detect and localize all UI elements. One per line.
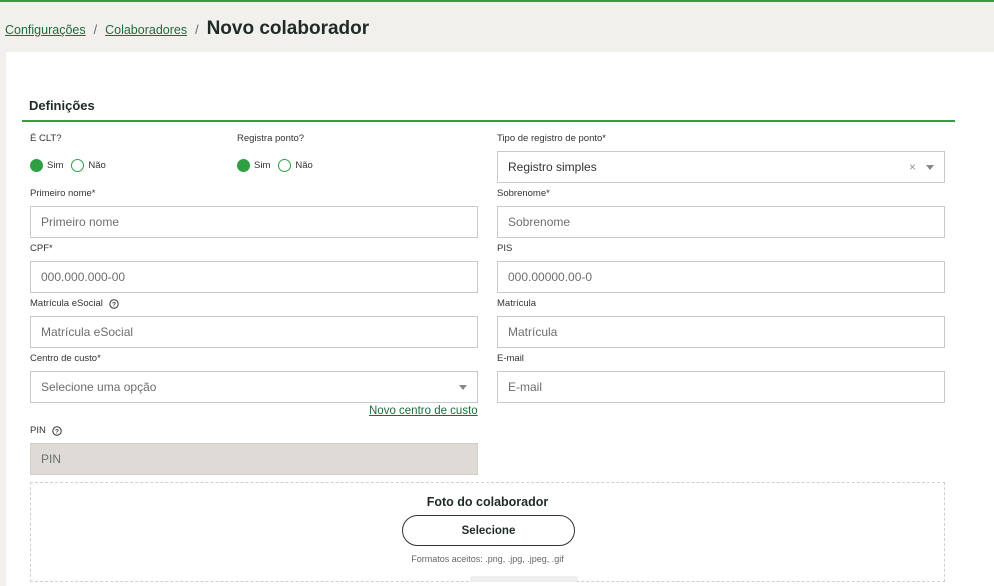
page-title: Novo colaborador: [206, 18, 370, 39]
pin-field: [30, 443, 478, 475]
pin-label-text: PIN: [30, 425, 46, 436]
matricula-esocial-input[interactable]: [41, 325, 467, 339]
clt-radio-group: Sim Não: [30, 159, 110, 172]
email-input[interactable]: [508, 380, 934, 394]
pis-input[interactable]: [508, 270, 934, 284]
clt-option-sim-label: Sim: [47, 160, 64, 171]
sobrenome-field[interactable]: [497, 206, 945, 238]
matricula-label: Matrícula: [497, 298, 536, 309]
registra-ponto-option-sim[interactable]: Sim: [237, 159, 270, 172]
cpf-label: CPF*: [30, 243, 53, 254]
tipo-registro-value: Registro simples: [508, 160, 597, 174]
photo-dropzone[interactable]: Foto do colaborador Selecione Formatos a…: [30, 482, 945, 582]
radio-unchecked-icon[interactable]: [71, 159, 85, 172]
radio-checked-icon[interactable]: [30, 159, 43, 172]
centro-custo-label-text: Centro de custo*: [30, 353, 101, 364]
matricula-esocial-label-text: Matrícula eSocial: [30, 298, 103, 309]
radio-checked-icon[interactable]: [237, 159, 250, 172]
help-circle-icon[interactable]: ?: [109, 298, 119, 309]
radio-unchecked-icon[interactable]: [278, 159, 292, 172]
registra-ponto-label: Registra ponto?: [237, 133, 304, 144]
pin-input: [41, 452, 467, 466]
matricula-input[interactable]: [508, 325, 934, 339]
left-gutter: [0, 52, 6, 586]
primeiro-nome-input[interactable]: [41, 215, 467, 229]
scroll-shadow: [470, 576, 578, 582]
pis-label: PIS: [497, 243, 512, 254]
tipo-registro-select[interactable]: Registro simples ×: [497, 151, 945, 183]
matricula-esocial-field[interactable]: [30, 316, 478, 348]
breadcrumb-separator: /: [93, 23, 98, 37]
email-label-text: E-mail: [497, 353, 524, 364]
breadcrumb-configuracoes-link[interactable]: Configurações: [5, 23, 86, 37]
primeiro-nome-field[interactable]: [30, 206, 478, 238]
centro-custo-placeholder: Selecione uma opção: [41, 380, 157, 394]
cpf-field[interactable]: [30, 261, 478, 293]
email-label: E-mail: [497, 353, 524, 364]
svg-text:?: ?: [55, 428, 59, 435]
select-photo-button[interactable]: Selecione: [402, 515, 575, 546]
primeiro-nome-label-text: Primeiro nome*: [30, 188, 96, 199]
cpf-input[interactable]: [41, 270, 467, 284]
clt-label: É CLT?: [30, 133, 62, 144]
registra-ponto-label-text: Registra ponto?: [237, 133, 305, 144]
clt-option-nao-label: Não: [88, 160, 106, 171]
centro-custo-label: Centro de custo*: [30, 353, 101, 364]
email-field[interactable]: [497, 371, 945, 403]
sobrenome-label: Sobrenome*: [497, 188, 550, 199]
tipo-registro-label-text: Tipo de registro de ponto*: [497, 133, 606, 144]
matricula-field[interactable]: [497, 316, 945, 348]
section-title: Definições: [29, 98, 95, 113]
primeiro-nome-label: Primeiro nome*: [30, 188, 95, 199]
novo-centro-custo-link[interactable]: Novo centro de custo: [369, 405, 478, 417]
clt-option-sim[interactable]: Sim: [30, 159, 63, 172]
svg-text:?: ?: [112, 301, 116, 308]
section-divider: [22, 120, 955, 122]
pin-label: PIN ?: [30, 425, 62, 436]
page-header: Configurações / Colaboradores / Novo col…: [0, 2, 994, 52]
clt-option-nao[interactable]: Não: [71, 159, 106, 172]
matricula-esocial-label: Matrícula eSocial ?: [30, 298, 119, 309]
clt-label-text: É CLT?: [30, 133, 62, 144]
breadcrumb-separator: /: [195, 23, 199, 37]
registra-ponto-option-nao-label: Não: [295, 160, 313, 171]
breadcrumb-colaboradores-link[interactable]: Colaboradores: [105, 23, 187, 37]
tipo-registro-label: Tipo de registro de ponto*: [497, 133, 606, 144]
pis-label-text: PIS: [497, 243, 513, 254]
chevron-down-icon[interactable]: [926, 164, 934, 170]
matricula-label-text: Matrícula: [497, 298, 537, 309]
registra-ponto-radio-group: Sim Não: [237, 159, 317, 172]
pis-field[interactable]: [497, 261, 945, 293]
centro-custo-select[interactable]: Selecione uma opção: [30, 371, 478, 403]
cpf-label-text: CPF*: [30, 243, 53, 254]
breadcrumb: Configurações / Colaboradores / Novo col…: [5, 18, 369, 40]
photo-formats-hint: Formatos aceitos: .png, .jpg, .jpeg, .gi…: [411, 554, 564, 564]
sobrenome-label-text: Sobrenome*: [497, 188, 550, 199]
sobrenome-input[interactable]: [508, 215, 934, 229]
clear-icon[interactable]: ×: [909, 160, 916, 174]
help-circle-icon[interactable]: ?: [52, 425, 62, 436]
chevron-down-icon[interactable]: [459, 384, 467, 390]
photo-title: Foto do colaborador: [426, 495, 549, 509]
registra-ponto-option-nao[interactable]: Não: [278, 159, 313, 172]
registra-ponto-option-sim-label: Sim: [254, 160, 271, 171]
